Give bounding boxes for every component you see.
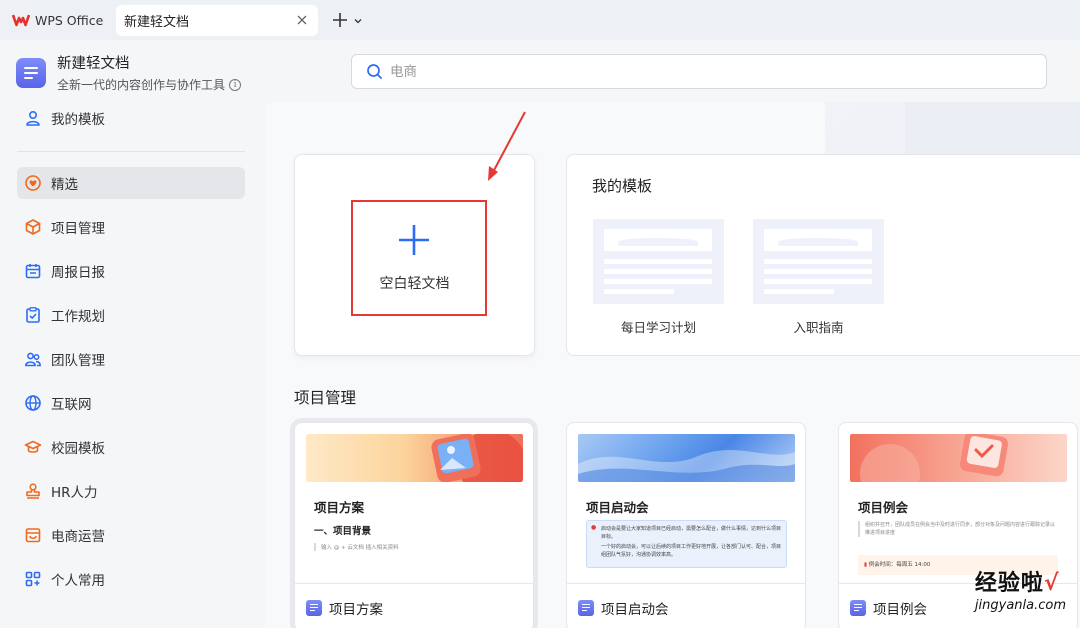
- template-footer-label: 项目启动会: [601, 601, 669, 618]
- my-templates-card: 我的模板 每日学习计划 入职指南: [566, 154, 1080, 356]
- sidebar-item-weekly-daily-report[interactable]: 周报日报: [17, 255, 245, 287]
- template-preview: 一、项目背景 输入 @ + 云文档 插入相关资料: [314, 523, 514, 551]
- sidebar-item-label: 团队管理: [51, 353, 105, 369]
- document-icon: [850, 599, 866, 616]
- brand-subtitle-text: 全新一代的内容创作与协作工具: [57, 78, 226, 92]
- sidebar-item-campus-templates[interactable]: 校园模板: [17, 431, 245, 463]
- close-icon[interactable]: [295, 13, 309, 27]
- brand-title: 新建轻文档: [57, 56, 130, 72]
- search-bar[interactable]: [351, 54, 1047, 89]
- search-icon: [367, 64, 382, 79]
- sidebar-item-label: 互联网: [51, 397, 92, 413]
- sidebar-item-label: 电商运营: [51, 529, 105, 545]
- wps-home-tab[interactable]: WPS Office: [4, 6, 112, 34]
- template-title: 项目方案: [314, 500, 365, 515]
- pin-icon: ●: [591, 524, 597, 531]
- template-banner: [578, 434, 795, 482]
- graduation-cap-icon: [24, 440, 42, 453]
- sidebar-item-label: 我的模板: [51, 112, 105, 128]
- sidebar-item-label: 校园模板: [51, 441, 105, 457]
- sidebar-item-work-plan[interactable]: 工作规划: [17, 299, 245, 331]
- sidebar-item-hr[interactable]: HR人力: [17, 475, 245, 507]
- template-preview: 组织并召开，团队成员在例会当中及时进行同步，部分对象及问题内容进行跟踪记录以推进…: [858, 521, 1058, 575]
- template-title: 项目例会: [858, 500, 909, 515]
- template-name[interactable]: 入职指南: [753, 317, 884, 336]
- template-preview: ● 启动会是要让大家知道项目已经启动，需要怎么配合，做什么事情，达到什么项目目标…: [586, 520, 787, 568]
- sidebar-item-personal[interactable]: 个人常用: [17, 563, 245, 595]
- sidebar-item-label: 周报日报: [51, 265, 105, 281]
- grid-plus-icon: [25, 571, 41, 587]
- wps-logo-icon: [12, 13, 30, 27]
- app-name: WPS Office: [35, 12, 104, 28]
- template-title: 项目启动会: [586, 500, 649, 515]
- document-tab[interactable]: 新建轻文档: [116, 5, 318, 36]
- brand: 新建轻文档 全新一代的内容创作与协作工具 i: [16, 54, 242, 94]
- title-bar: WPS Office 新建轻文档: [0, 0, 1080, 40]
- section-title: 项目管理: [294, 389, 357, 407]
- template-footer: 项目启动会: [567, 583, 805, 628]
- sidebar-item-ecommerce[interactable]: 电商运营: [17, 519, 245, 551]
- my-templates-title: 我的模板: [592, 177, 653, 195]
- template-banner: [850, 434, 1067, 482]
- template-footer-label: 项目例会: [873, 601, 927, 618]
- sidebar-item-project-management[interactable]: 项目管理: [17, 211, 245, 243]
- meeting-time: 例会时间：每周五 14:00: [868, 562, 931, 568]
- plus-icon[interactable]: [330, 10, 350, 30]
- template-card-project-plan[interactable]: 项目方案 一、项目背景 输入 @ + 云文档 插入相关资料 项目方案: [294, 422, 534, 628]
- sidebar-item-featured[interactable]: 精选: [17, 167, 245, 199]
- info-icon[interactable]: i: [229, 79, 242, 91]
- document-icon: [16, 58, 46, 88]
- sidebar-item-label: 精选: [51, 177, 78, 193]
- watermark-text: 经验啦√: [975, 572, 1066, 596]
- template-name[interactable]: 每日学习计划: [593, 317, 724, 336]
- brand-subtitle: 全新一代的内容创作与协作工具 i: [57, 76, 242, 94]
- storefront-icon: [25, 528, 41, 543]
- document-icon: [578, 599, 594, 616]
- template-preview-heading: 一、项目背景: [314, 526, 372, 537]
- template-card-kickoff-meeting[interactable]: 项目启动会 ● 启动会是要让大家知道项目已经启动，需要怎么配合，做什么事情，达到…: [566, 422, 806, 628]
- globe-icon: [25, 395, 41, 411]
- calendar-icon: [25, 264, 41, 279]
- template-thumbnail[interactable]: [593, 219, 724, 304]
- template-preview-text: 启动会是要让大家知道项目已经启动，需要怎么配合，做什么事情，达到什么项目目标。: [601, 526, 782, 540]
- sidebar-item-team-management[interactable]: 团队管理: [17, 343, 245, 375]
- clipboard-check-icon: [26, 307, 40, 323]
- watermark-main-text: 经验啦: [974, 571, 1044, 596]
- sidebar: 新建轻文档 全新一代的内容创作与协作工具 i 我的模板 精选 项目管理 周报日报…: [0, 40, 262, 628]
- watermark-url: jingyanla.com: [974, 598, 1066, 613]
- main-panel: 空白轻文档 我的模板 每日学习计划 入职指南 项目管理 项目方案 一、项目背景 …: [265, 102, 1080, 628]
- sidebar-item-label: 项目管理: [51, 221, 105, 237]
- template-preview-text: 一个好的启动会，可以让后续的项目工作更好地开展，让各部门认可、配合，项目组团队气…: [601, 544, 782, 558]
- user-icon: [26, 110, 40, 126]
- document-icon: [306, 599, 322, 616]
- template-footer-label: 项目方案: [329, 601, 383, 618]
- stamp-icon: [26, 483, 40, 499]
- template-preview-text: 输入 @ + 云文档 插入相关资料: [314, 543, 514, 551]
- template-banner: [306, 434, 523, 482]
- template-thumbnail[interactable]: [753, 219, 884, 304]
- template-preview-text: 组织并召开，团队成员在例会当中及时进行同步，部分对象及问题内容进行跟踪记录以推进…: [858, 521, 1058, 537]
- team-icon: [25, 352, 41, 367]
- sidebar-divider: [17, 151, 245, 152]
- sidebar-item-label: HR人力: [51, 485, 98, 501]
- heart-badge-icon: [25, 175, 41, 191]
- highlight-box: [351, 200, 487, 316]
- cube-icon: [25, 219, 41, 235]
- search-input[interactable]: [390, 63, 990, 80]
- sidebar-item-label: 个人常用: [51, 573, 105, 589]
- sidebar-item-internet[interactable]: 互联网: [17, 387, 245, 419]
- watermark: 经验啦√ jingyanla.com: [975, 572, 1066, 614]
- document-tab-title: 新建轻文档: [124, 15, 190, 30]
- annotation-arrow: [488, 111, 526, 181]
- template-footer: 项目方案: [295, 583, 533, 628]
- watermark-check: √: [1043, 571, 1060, 596]
- sidebar-item-my-templates[interactable]: 我的模板: [17, 102, 245, 134]
- sidebar-item-label: 工作规划: [51, 309, 105, 325]
- chevron-down-icon[interactable]: [353, 15, 363, 25]
